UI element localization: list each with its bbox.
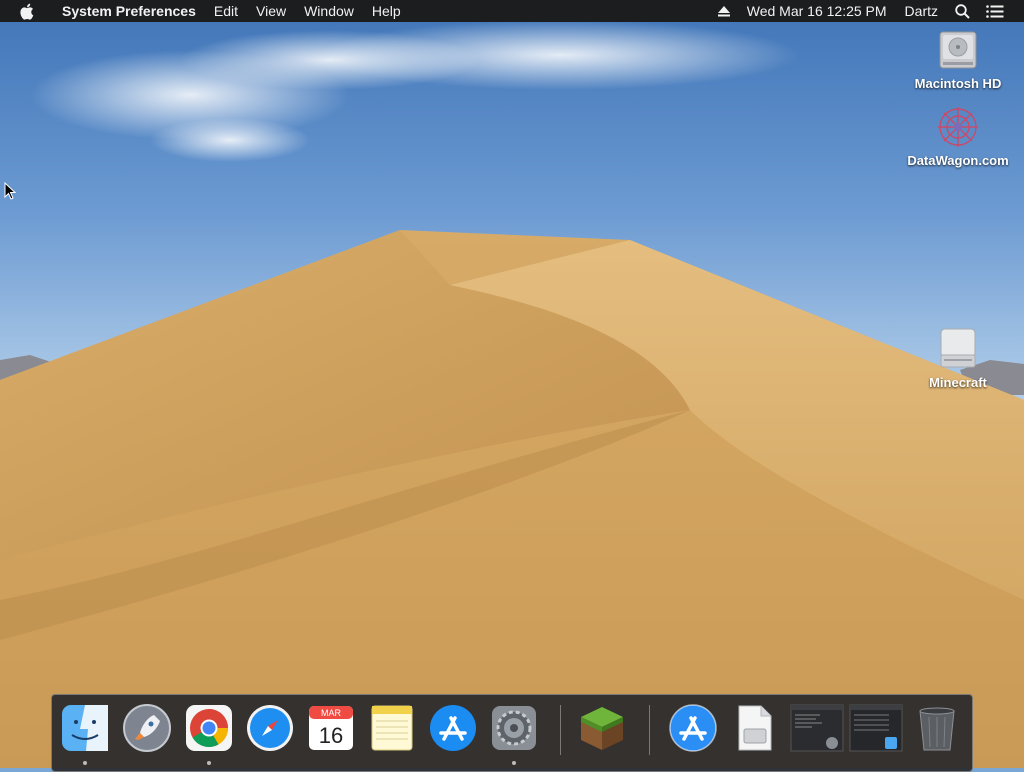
minecraft-icon xyxy=(581,707,623,750)
app-store-downloads-icon xyxy=(669,704,717,752)
desktop-wallpaper xyxy=(0,0,1024,768)
dock-app-store[interactable] xyxy=(428,703,478,753)
menu-bar: System Preferences Edit View Window Help… xyxy=(0,0,1024,22)
menu-edit[interactable]: Edit xyxy=(205,0,247,22)
menu-view[interactable]: View xyxy=(247,0,295,22)
desktop-icon-macintosh-hd[interactable]: Macintosh HD xyxy=(903,26,1013,91)
running-indicator xyxy=(83,761,87,765)
calendar-month: MAR xyxy=(321,708,342,718)
dock-minecraft[interactable] xyxy=(577,703,627,753)
trash-icon xyxy=(919,707,955,751)
external-drive-icon xyxy=(934,325,982,373)
notification-center-icon[interactable] xyxy=(978,0,1012,22)
dock-document[interactable] xyxy=(729,703,779,753)
calendar-icon: MAR 16 xyxy=(309,706,353,750)
user-menu[interactable]: Dartz xyxy=(896,0,947,22)
dock: MAR 16 xyxy=(51,694,973,772)
safari-icon xyxy=(247,705,293,751)
dock-system-preferences[interactable] xyxy=(489,703,539,753)
desktop-icon-label: DataWagon.com xyxy=(907,153,1009,168)
calendar-day: 16 xyxy=(319,723,343,748)
dock-window-thumbnail[interactable] xyxy=(849,703,903,753)
system-preferences-icon xyxy=(492,706,536,750)
wallpaper-graphic xyxy=(0,20,1024,768)
mouse-cursor-icon xyxy=(4,181,17,205)
spotlight-search-icon[interactable] xyxy=(947,0,978,22)
dock-separator xyxy=(649,705,650,755)
dock-calendar[interactable]: MAR 16 xyxy=(306,703,356,753)
dock-chrome[interactable] xyxy=(184,703,234,753)
menu-window[interactable]: Window xyxy=(295,0,363,22)
dock-trash[interactable] xyxy=(912,703,962,753)
document-icon xyxy=(738,705,772,751)
eject-icon[interactable] xyxy=(710,0,738,22)
dock-notes[interactable] xyxy=(367,703,417,753)
dock-launchpad[interactable] xyxy=(122,703,172,753)
dock-finder[interactable] xyxy=(60,703,110,753)
dock-app-store-downloads[interactable] xyxy=(668,703,718,753)
window-thumbnail-icon xyxy=(790,704,844,752)
apple-menu-icon[interactable] xyxy=(19,2,35,20)
window-thumbnail-icon xyxy=(849,704,903,752)
menu-help[interactable]: Help xyxy=(363,0,410,22)
desktop-icon-minecraft[interactable]: Minecraft xyxy=(903,325,1013,390)
dock-safari[interactable] xyxy=(245,703,295,753)
datawagon-icon xyxy=(934,103,982,151)
hard-drive-icon xyxy=(934,26,982,74)
app-menu[interactable]: System Preferences xyxy=(53,0,205,22)
dock-window-thumbnail[interactable] xyxy=(790,703,844,753)
desktop-icon-datawagon[interactable]: DataWagon.com xyxy=(903,103,1013,168)
running-indicator xyxy=(207,761,211,765)
chrome-icon xyxy=(186,705,232,751)
desktop-icon-label: Macintosh HD xyxy=(914,76,1002,91)
app-store-icon xyxy=(430,705,476,751)
desktop-icon-label: Minecraft xyxy=(929,375,987,390)
clock[interactable]: Wed Mar 16 12:25 PM xyxy=(738,0,896,22)
launchpad-icon xyxy=(123,704,171,752)
notes-icon xyxy=(371,705,413,751)
running-indicator xyxy=(512,761,516,765)
dock-separator xyxy=(560,705,561,755)
finder-icon xyxy=(62,705,108,751)
